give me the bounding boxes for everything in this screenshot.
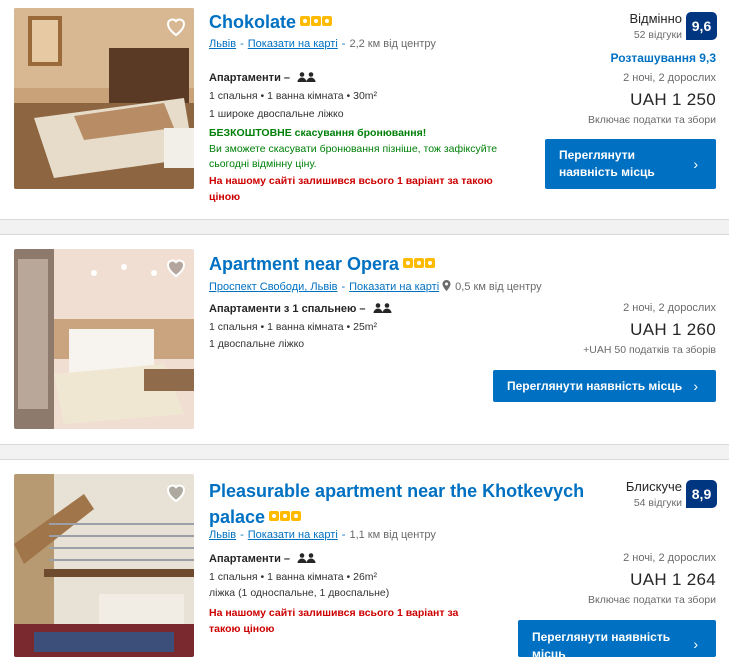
card-divider — [0, 444, 729, 460]
review-count: 54 відгуки — [633, 497, 682, 509]
heart-icon[interactable] — [164, 255, 188, 279]
taxes-note: Включає податки та збори — [588, 594, 716, 606]
scarcity-line1: На нашому сайті залишився всього 1 варіа… — [209, 175, 493, 187]
price: UAH 1 264 — [630, 570, 716, 589]
show-on-map-link[interactable]: Показати на карті — [248, 529, 338, 541]
check-availability-button[interactable]: Переглянути наявність місць › — [518, 620, 716, 657]
property-title[interactable]: Pleasurable apartment near the Khotkevyc… — [209, 478, 584, 530]
unit-type: Апартаменти з 1 спальнею – — [209, 303, 393, 315]
distance-text: 0,5 км від центру — [455, 281, 542, 293]
rating-stars — [269, 511, 302, 522]
review-word: Блискуче — [625, 479, 682, 494]
property-card: Apartment near Opera Проспект Свободи, Л… — [0, 235, 729, 444]
bed-type: ліжка (1 односпальне, 1 двоспальне) — [209, 587, 390, 599]
scarcity-line2: такою ціною — [209, 623, 275, 635]
map-pin-icon — [442, 280, 451, 291]
rooms-info: 1 спальня • 1 ванна кімната • 26m² — [209, 571, 378, 583]
review-word: Відмінно — [629, 11, 682, 26]
heart-icon[interactable] — [164, 480, 188, 504]
unit-type: Апартаменти – — [209, 72, 317, 84]
taxes-note: +UAH 50 податків та зборів — [583, 344, 716, 356]
property-photo[interactable] — [14, 8, 194, 189]
address-link[interactable]: Проспект Свободи, Львів — [209, 281, 337, 293]
card-divider — [0, 219, 729, 235]
rating-stars — [403, 258, 436, 269]
stay-details: 2 ночі, 2 дорослих — [623, 302, 716, 314]
property-card: Chokolate Львів - Показати на карті -2,2 км… — [0, 0, 729, 219]
property-photo[interactable] — [14, 249, 194, 429]
location-line: Проспект Свободи, Львів - Показати на карт… — [209, 280, 542, 293]
people-icon — [297, 72, 316, 82]
check-availability-button[interactable]: Переглянути наявність місць › — [545, 139, 716, 189]
review-score-badge[interactable]: 8,9 — [686, 480, 717, 508]
review-score-badge[interactable]: 9,6 — [686, 12, 717, 40]
review-summary[interactable]: Відмінно 52 відгуки — [629, 11, 682, 41]
people-icon — [373, 303, 392, 313]
review-count: 52 відгуки — [633, 29, 682, 41]
property-title[interactable]: Apartment near Opera — [209, 253, 436, 276]
scarcity-line1: На нашому сайті залишився всього 1 варіа… — [209, 607, 459, 619]
location-line: Львів - Показати на карті -2,2 км від центр… — [209, 38, 436, 50]
property-photo[interactable] — [14, 474, 194, 657]
cancellation-note-line2: сьогодні відмінну ціну. — [209, 158, 317, 170]
cancellation-note-line1: Ви зможете скасувати бронювання пізніше,… — [209, 143, 498, 155]
city-link[interactable]: Львів — [209, 529, 236, 541]
distance-text: 2,2 км від центру — [349, 38, 436, 50]
chevron-right-icon: › — [693, 378, 698, 394]
rooms-info: 1 спальня • 1 ванна кімната • 25m² — [209, 321, 378, 333]
show-on-map-link[interactable]: Показати на карті — [349, 281, 439, 293]
stay-details: 2 ночі, 2 дорослих — [623, 72, 716, 84]
chevron-right-icon: › — [693, 636, 698, 652]
bed-type: 1 двоспальне ліжко — [209, 338, 305, 350]
bed-type: 1 широке двоспальне ліжко — [209, 108, 344, 120]
check-availability-button[interactable]: Переглянути наявність місць › — [493, 370, 716, 402]
heart-icon[interactable] — [164, 14, 188, 38]
stay-details: 2 ночі, 2 дорослих — [623, 552, 716, 564]
price: UAH 1 260 — [630, 320, 716, 339]
rating-stars — [300, 16, 333, 27]
distance-text: 1,1 км від центру — [349, 529, 436, 541]
review-summary[interactable]: Блискуче 54 відгуки — [626, 479, 682, 509]
unit-type: Апартаменти – — [209, 553, 317, 565]
location-score: Розташування 9,3 — [610, 51, 716, 65]
show-on-map-link[interactable]: Показати на карті — [248, 38, 338, 50]
property-title[interactable]: Chokolate — [209, 11, 333, 34]
rooms-info: 1 спальня • 1 ванна кімната • 30m² — [209, 90, 378, 102]
scarcity-line2: ціною — [209, 191, 241, 203]
chevron-right-icon: › — [693, 156, 698, 172]
free-cancellation: БЕЗКОШТОВНЕ скасування бронювання! — [209, 127, 427, 139]
price: UAH 1 250 — [630, 90, 716, 109]
city-link[interactable]: Львів — [209, 38, 236, 50]
property-card: Pleasurable apartment near the Khotkevyc… — [0, 460, 729, 657]
people-icon — [297, 553, 316, 563]
location-line: Львів - Показати на карті -1,1 км від центр… — [209, 529, 436, 541]
taxes-note: Включає податки та збори — [588, 114, 716, 126]
